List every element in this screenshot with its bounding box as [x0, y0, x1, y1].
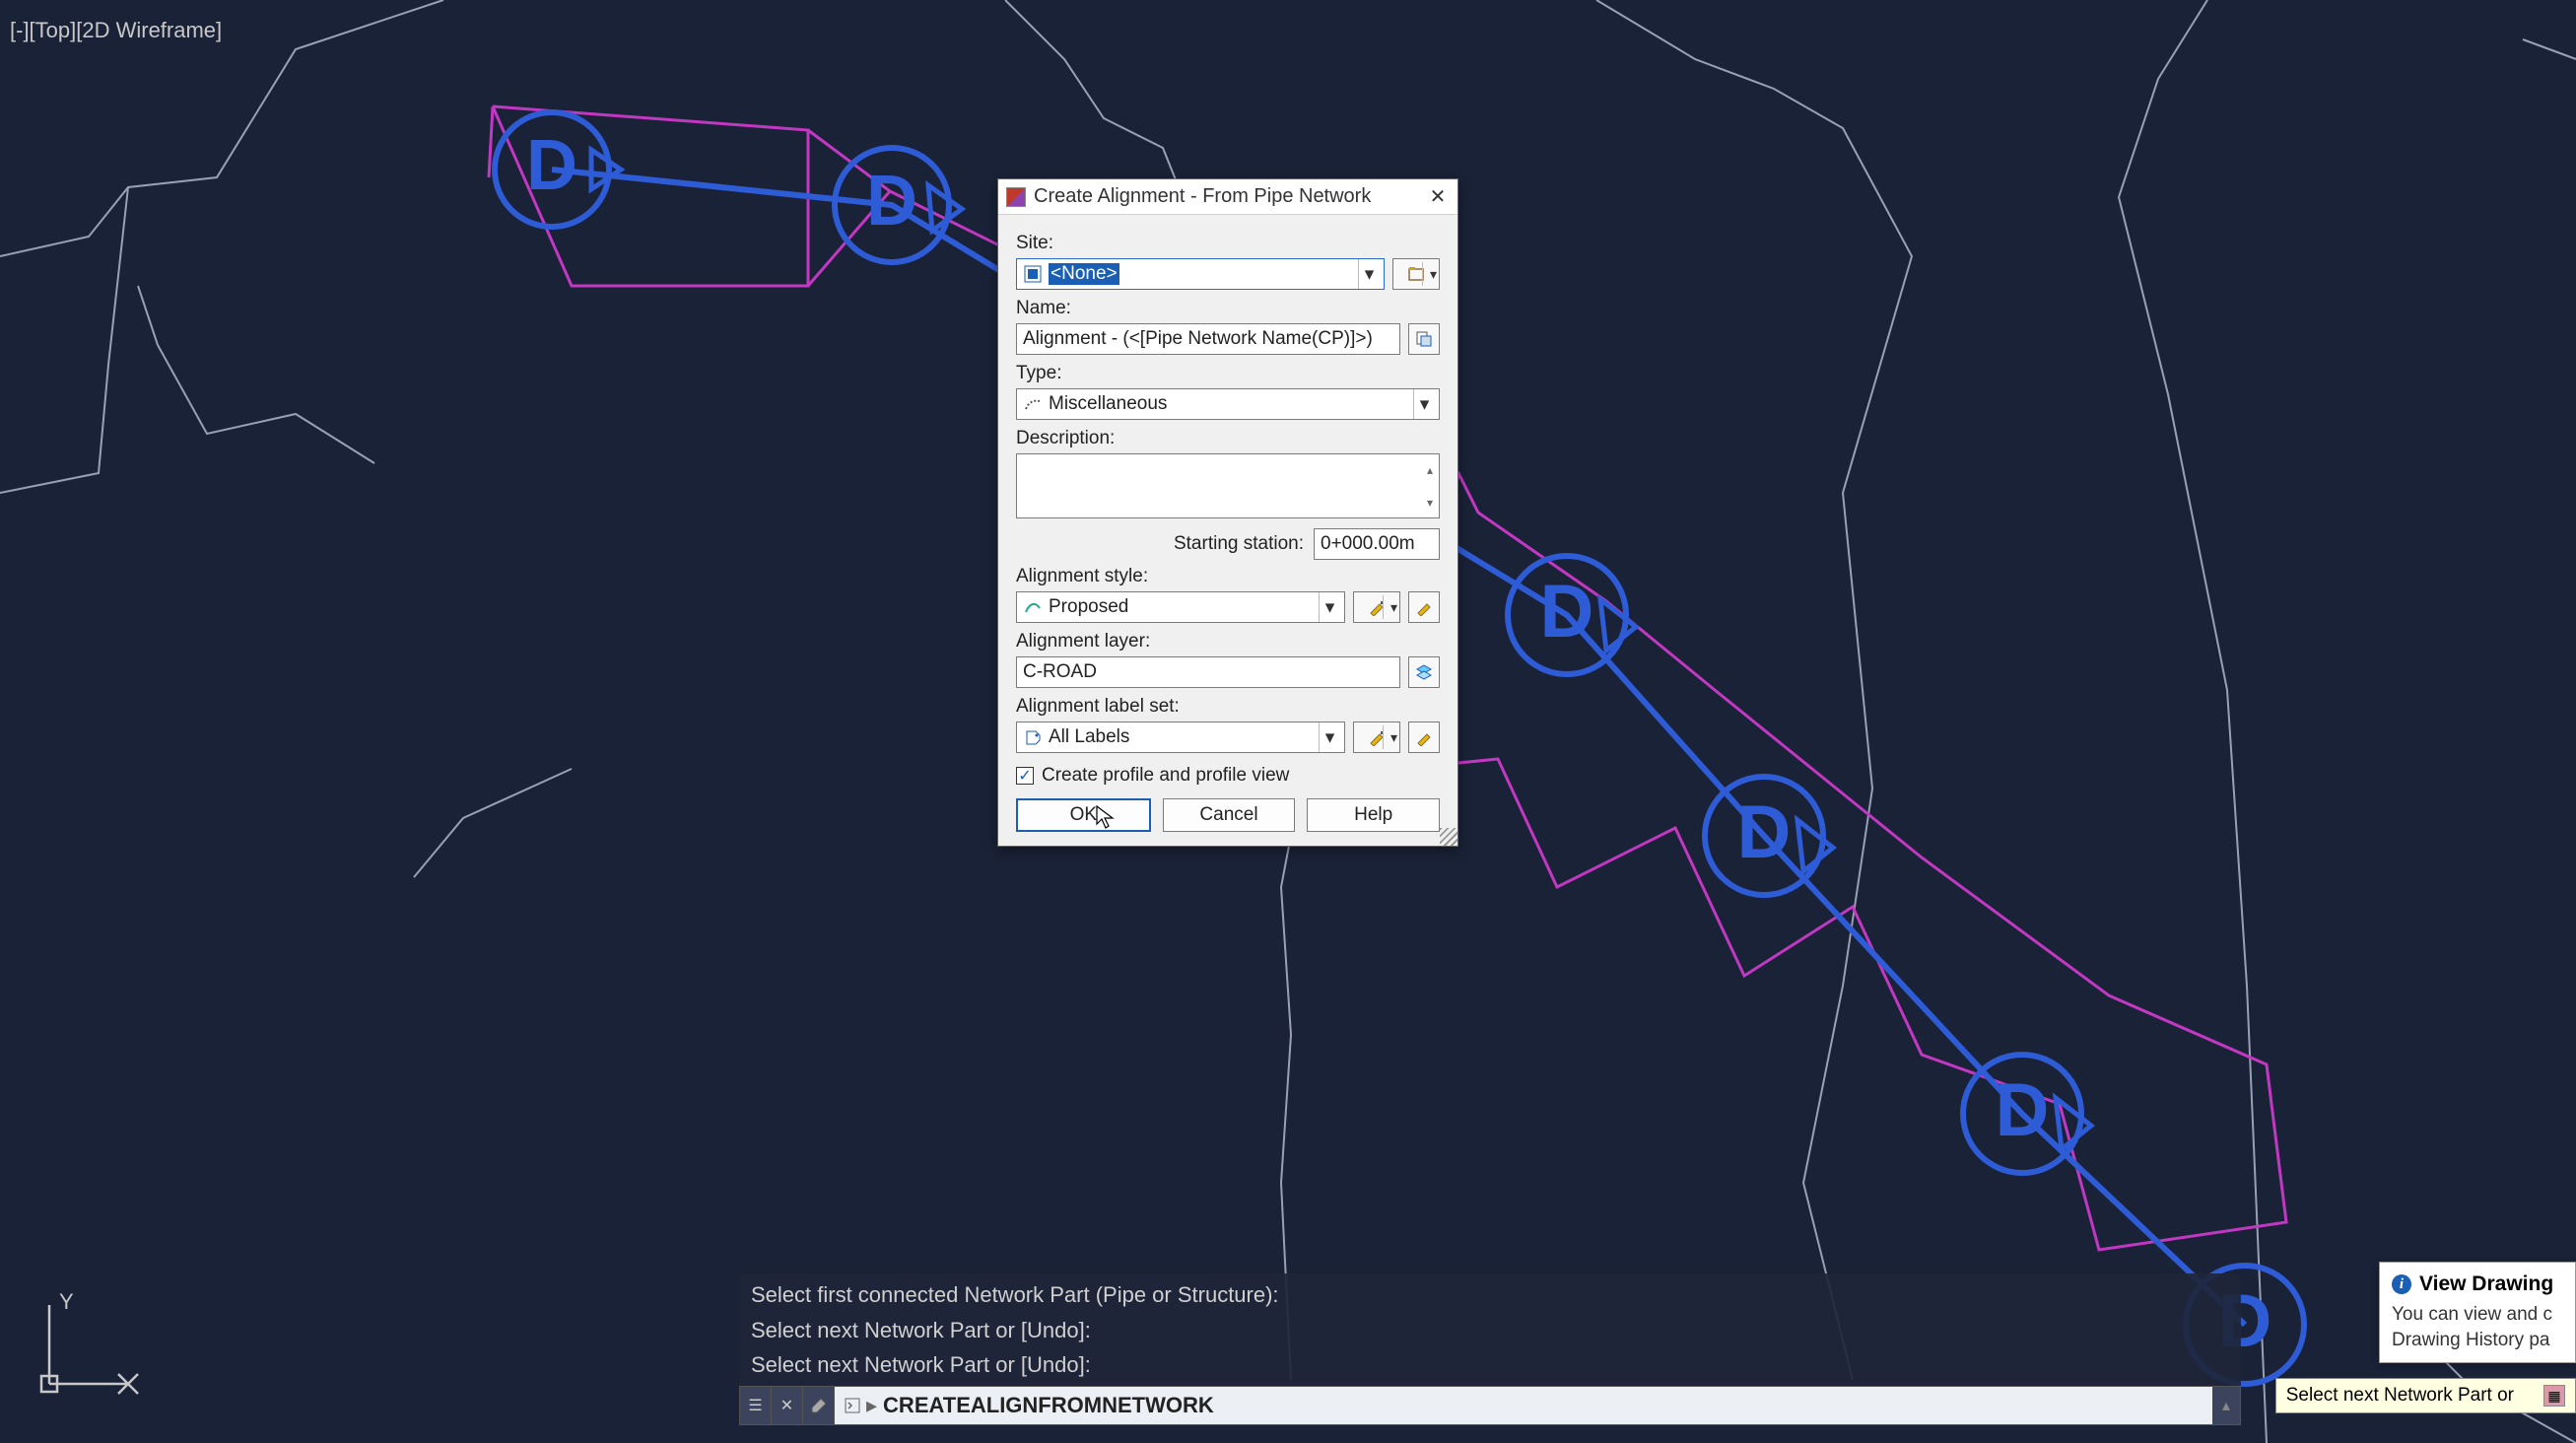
- dialog-titlebar[interactable]: Create Alignment - From Pipe Network ✕: [998, 179, 1457, 215]
- chevron-down-icon[interactable]: ▾: [1430, 266, 1437, 283]
- name-value: Alignment - (<[Pipe Network Name(CP)]>): [1023, 328, 1373, 350]
- dialog-title: Create Alignment - From Pipe Network: [1034, 185, 1418, 208]
- chevron-down-icon[interactable]: ▾: [1358, 259, 1380, 289]
- site-combo[interactable]: <None> ▾: [1016, 258, 1385, 290]
- ucs-icon[interactable]: Y: [20, 1285, 148, 1404]
- alignment-label-set-value: All Labels: [1049, 726, 1129, 748]
- site-value: <None>: [1049, 263, 1119, 285]
- cancel-button-label: Cancel: [1199, 804, 1257, 826]
- svg-text:D: D: [526, 126, 577, 205]
- label-set-pick-button[interactable]: [1408, 722, 1440, 753]
- ok-button-label: OK: [1070, 804, 1097, 826]
- command-active-text: CREATEALIGNFROMNETWORK: [883, 1393, 1214, 1418]
- close-button[interactable]: ✕: [1426, 185, 1450, 209]
- type-label: Type:: [1016, 363, 1440, 384]
- command-prompt-icon: [845, 1398, 860, 1413]
- alignment-type-icon: [1023, 394, 1043, 414]
- style-icon: [1023, 597, 1043, 617]
- command-log-line: Select first connected Network Part (Pip…: [751, 1277, 2229, 1312]
- help-button[interactable]: Help: [1307, 798, 1440, 832]
- site-label: Site:: [1016, 233, 1440, 254]
- alignment-layer-value: C-ROAD: [1023, 661, 1097, 683]
- command-close-button[interactable]: ✕: [772, 1387, 803, 1424]
- style-edit-button[interactable]: ▾: [1353, 591, 1400, 623]
- alignment-style-label: Alignment style:: [1016, 566, 1440, 587]
- drawing-viewport[interactable]: [-][Top][2D Wireframe]: [0, 0, 2576, 1443]
- command-log[interactable]: Select first connected Network Part (Pip…: [739, 1273, 2241, 1386]
- alignment-label-set-combo[interactable]: All Labels ▾: [1016, 722, 1345, 753]
- site-icon: [1023, 264, 1043, 284]
- label-set-icon: [1023, 727, 1043, 747]
- svg-text:D: D: [1996, 1068, 2050, 1152]
- alignment-style-combo[interactable]: Proposed ▾: [1016, 591, 1345, 623]
- create-profile-checkbox[interactable]: ✓: [1016, 767, 1034, 785]
- starting-station-value: 0+000.00m: [1321, 533, 1415, 555]
- structure-d-2[interactable]: D: [835, 148, 962, 262]
- command-recent-button[interactable]: ☰: [740, 1387, 772, 1424]
- command-panel: Select first connected Network Part (Pip…: [739, 1273, 2241, 1425]
- chevron-down-icon[interactable]: ▾: [1390, 729, 1397, 746]
- ok-button[interactable]: OK: [1016, 798, 1151, 832]
- command-customize-button[interactable]: [803, 1387, 835, 1424]
- command-line[interactable]: ☰ ✕ ▸ CREATEALIGNFROMNETWORK ▴: [739, 1386, 2241, 1425]
- info-icon: i: [2392, 1274, 2411, 1294]
- alignment-layer-label: Alignment layer:: [1016, 631, 1440, 653]
- alignment-layer-input[interactable]: C-ROAD: [1016, 656, 1400, 688]
- structure-d-4[interactable]: D: [1705, 777, 1833, 895]
- type-value: Miscellaneous: [1049, 393, 1167, 415]
- notification-body: You can view and c Drawing History pa: [2392, 1302, 2563, 1352]
- label-set-edit-button[interactable]: ▾: [1353, 722, 1400, 753]
- style-pick-button[interactable]: [1408, 591, 1440, 623]
- alignment-style-value: Proposed: [1049, 596, 1128, 618]
- layer-browse-button[interactable]: [1408, 656, 1440, 688]
- command-log-line: Select next Network Part or [Undo]:: [751, 1347, 2229, 1382]
- svg-text:D: D: [1540, 570, 1594, 653]
- cursor-icon: [1095, 804, 1117, 830]
- name-label: Name:: [1016, 298, 1440, 319]
- textarea-scrollbar[interactable]: ▴▾: [1420, 453, 1440, 518]
- help-button-label: Help: [1354, 804, 1392, 826]
- structure-d-1[interactable]: D: [495, 112, 621, 227]
- structure-d-3[interactable]: D: [1508, 556, 1636, 674]
- tooltip-action-icon[interactable]: ▦: [2543, 1385, 2565, 1407]
- structure-d-5[interactable]: D: [1963, 1055, 2091, 1173]
- resize-grip[interactable]: [1440, 828, 1457, 846]
- name-input[interactable]: Alignment - (<[Pipe Network Name(CP)]>): [1016, 323, 1400, 355]
- starting-station-label: Starting station:: [1174, 533, 1304, 555]
- chevron-down-icon[interactable]: ▾: [1319, 722, 1340, 752]
- svg-text:D: D: [1737, 790, 1792, 874]
- chevron-down-icon[interactable]: ▾: [1413, 389, 1435, 419]
- chevron-down-icon[interactable]: ▾: [1319, 592, 1340, 622]
- command-input[interactable]: ▸ CREATEALIGNFROMNETWORK: [835, 1387, 2212, 1424]
- description-textarea[interactable]: [1016, 453, 1440, 518]
- alignment-label-set-label: Alignment label set:: [1016, 696, 1440, 718]
- name-template-button[interactable]: [1408, 323, 1440, 355]
- chevron-down-icon[interactable]: ▾: [1390, 599, 1397, 616]
- command-log-line: Select next Network Part or [Undo]:: [751, 1313, 2229, 1347]
- site-browse-button[interactable]: ▾: [1392, 258, 1440, 290]
- create-profile-label: Create profile and profile view: [1042, 765, 1289, 787]
- create-alignment-dialog: Create Alignment - From Pipe Network ✕ S…: [997, 178, 1458, 847]
- notification-title: View Drawing: [2419, 1272, 2553, 1296]
- starting-station-input[interactable]: 0+000.00m: [1314, 528, 1440, 560]
- svg-text:Y: Y: [59, 1289, 74, 1314]
- tooltip-text: Select next Network Part or: [2286, 1385, 2514, 1407]
- svg-text:D: D: [866, 162, 917, 240]
- dynamic-tooltip: Select next Network Part or ▦: [2275, 1378, 2576, 1413]
- command-expand-button[interactable]: ▴: [2212, 1396, 2240, 1415]
- app-icon: [1006, 187, 1026, 207]
- cancel-button[interactable]: Cancel: [1163, 798, 1296, 832]
- notification-balloon[interactable]: i View Drawing You can view and c Drawin…: [2379, 1262, 2576, 1363]
- description-label: Description:: [1016, 428, 1440, 449]
- type-combo[interactable]: Miscellaneous ▾: [1016, 388, 1440, 420]
